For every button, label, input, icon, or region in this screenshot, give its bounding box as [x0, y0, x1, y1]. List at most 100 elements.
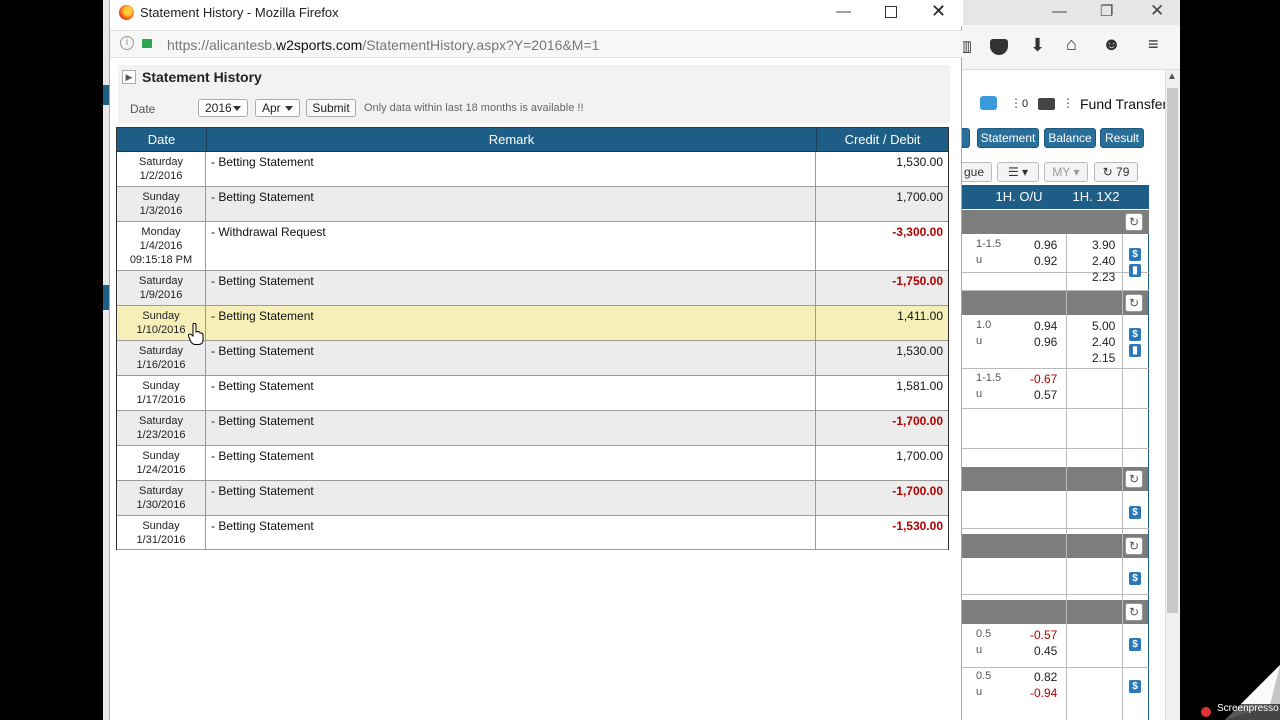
cell-amount: -1,530.00	[892, 519, 943, 533]
cell-amount: 1,700.00	[896, 190, 943, 204]
dollar-icon[interactable]: $	[1129, 680, 1141, 693]
chart-icon[interactable]: ▮	[1129, 344, 1141, 357]
cell-date-date: 1/24/2016	[136, 464, 186, 476]
cell-date-day: Sunday	[142, 191, 180, 203]
url-bar[interactable]: i https://alicantesb.w2sports.com/Statem…	[110, 30, 963, 58]
odds-value[interactable]: 0.82	[1034, 670, 1057, 684]
cell-date: Saturday 1/23/2016	[117, 411, 206, 445]
background-browser-window: — ❐ ✕ ▥ ⬇ ⌂ ☻ ≡ ⋮ 0 ⋮ Fund Transfer Stat…	[962, 0, 1180, 720]
submit-button[interactable]: Submit	[306, 99, 356, 117]
table-row[interactable]: Saturday 1/23/2016 - Betting Statement -1,7…	[117, 411, 948, 446]
my-dropdown[interactable]: MY ▾	[1044, 162, 1088, 182]
odds-value[interactable]: -0.57	[1030, 628, 1057, 642]
table-row[interactable]: Sunday 1/24/2016 - Betting Statement 1,700.…	[117, 446, 948, 481]
maximize-icon[interactable]	[885, 6, 897, 18]
table-row[interactable]: Sunday 1/10/2016- Betting Statement 1,411.…	[117, 306, 948, 341]
odds-value[interactable]: 2.40	[1092, 335, 1115, 349]
grid-divider	[962, 594, 1149, 595]
refresh-count: 79	[1116, 165, 1130, 179]
cell-date: Sunday 1/24/2016	[117, 446, 206, 480]
panel-expand-icon[interactable]: ▶	[122, 70, 136, 84]
background-scrollbar-thumb[interactable]	[1167, 88, 1178, 613]
odds-line: 0.5	[976, 628, 992, 640]
table-row[interactable]: Saturday 1/9/2016 - Betting Statement -1,75…	[117, 271, 948, 306]
odds-value[interactable]: 0.96	[1034, 335, 1057, 349]
col-credit-debit: Credit / Debit	[844, 132, 921, 147]
cell-remark: - Betting Statement	[207, 376, 816, 410]
year-select[interactable]: 2016	[198, 99, 248, 117]
cell-date: Sunday 1/31/2016	[117, 516, 206, 549]
menu-icon[interactable]: ≡	[1148, 34, 1159, 55]
odds-under: u	[976, 335, 983, 347]
dollar-icon[interactable]: $	[1129, 572, 1141, 585]
table-row[interactable]: Saturday 1/16/2016 - Betting Statement 1,53…	[117, 341, 948, 376]
url-domain: w2sports.com	[275, 37, 363, 53]
cell-amount: 1,411.00	[897, 309, 943, 323]
odds-value[interactable]: 0.94	[1034, 319, 1057, 333]
league-dropdown[interactable]: gue	[962, 162, 992, 182]
download-icon[interactable]: ⬇	[1030, 35, 1045, 56]
cell-amount: -1,700.00	[892, 414, 943, 428]
result-button[interactable]: Result	[1100, 128, 1144, 148]
odds-value[interactable]: 0.96	[1034, 238, 1057, 252]
cell-date-day: Saturday	[138, 415, 184, 427]
dollar-icon[interactable]: $	[1129, 638, 1141, 651]
lock-icon[interactable]	[142, 39, 152, 48]
table-row[interactable]: Sunday 1/3/2016 - Betting Statement 1,700.0…	[117, 187, 948, 222]
balance-button[interactable]: Balance	[1044, 128, 1096, 148]
cell-remark: - Betting Statement	[207, 187, 816, 221]
cell-date-day: Saturday	[138, 156, 184, 168]
dollar-icon[interactable]: $	[1129, 248, 1141, 261]
grid-divider	[962, 528, 1149, 529]
availability-note: Only data within last 18 months is avail…	[364, 102, 584, 114]
pocket-icon[interactable]	[990, 39, 1008, 55]
odds-value[interactable]: 0.57	[1034, 388, 1057, 402]
refresh-button[interactable]: ↻ 79	[1094, 162, 1138, 182]
partial-blue-button[interactable]	[962, 128, 970, 148]
list-view-dropdown[interactable]: ☰ ▾	[997, 162, 1039, 182]
scroll-up-arrow[interactable]: ▲	[1167, 71, 1177, 82]
close-icon[interactable]: ✕	[931, 1, 946, 22]
fund-transfer-link[interactable]: Fund Transfer	[1080, 96, 1167, 112]
background-toolbar: ▥ ⬇ ⌂ ☻ ≡	[962, 25, 1180, 70]
odds-value[interactable]: 0.92	[1034, 254, 1057, 268]
cell-remark: - Betting Statement	[207, 446, 816, 480]
table-row[interactable]: Sunday 1/31/2016 - Betting Statement -1,530…	[117, 516, 948, 550]
statement-button[interactable]: Statement	[977, 128, 1039, 148]
table-row[interactable]: Monday 1/4/2016 09:15:18 PM - Withdrawal Re…	[117, 222, 948, 271]
odds-value[interactable]: 3.90	[1092, 238, 1115, 252]
info-icon[interactable]: i	[120, 36, 134, 50]
minimize-icon[interactable]: —	[836, 3, 851, 20]
odds-value[interactable]: 2.15	[1092, 351, 1115, 365]
panel-title: Statement History	[142, 69, 262, 85]
restore-icon[interactable]: ❐	[1100, 2, 1113, 20]
dollar-icon[interactable]: $	[1129, 506, 1141, 519]
emoji-icon[interactable]: ☻	[1102, 34, 1121, 55]
table-row[interactable]: Sunday 1/17/2016 - Betting Statement 1,581.…	[117, 376, 948, 411]
table-row[interactable]: Saturday 1/30/2016 - Betting Statement -1,7…	[117, 481, 948, 516]
section-refresh-icon[interactable]: ↻	[1125, 213, 1143, 231]
date-label: Date	[130, 102, 156, 116]
odds-value[interactable]: -0.94	[1030, 686, 1057, 700]
month-select[interactable]: Apr	[255, 99, 300, 117]
minimize-icon[interactable]: —	[1052, 3, 1067, 20]
home-icon[interactable]: ⌂	[1066, 34, 1077, 55]
cell-remark: - Betting Statement	[207, 152, 816, 186]
odds-value[interactable]: 0.45	[1034, 644, 1057, 658]
close-icon[interactable]: ✕	[1150, 1, 1164, 21]
cell-amount: 1,530.00	[896, 155, 943, 169]
cell-date-time: 09:15:18 PM	[129, 254, 193, 266]
cell-date-day: Sunday	[142, 380, 180, 392]
odds-value[interactable]: 2.40	[1092, 254, 1115, 268]
chart-icon[interactable]: ▮	[1129, 264, 1141, 277]
table-row[interactable]: Saturday 1/2/2016 - Betting Statement 1,530…	[117, 152, 948, 187]
library-icon[interactable]: ▥	[962, 37, 972, 55]
odds-value[interactable]: -0.67	[1030, 372, 1057, 386]
chat-icon[interactable]	[980, 96, 997, 110]
mail-icon[interactable]	[1038, 98, 1055, 110]
odds-value[interactable]: 2.23	[1092, 270, 1115, 284]
odds-value[interactable]: 5.00	[1092, 319, 1115, 333]
dollar-icon[interactable]: $	[1129, 328, 1141, 341]
watermark-text: Screenpresso	[1217, 703, 1279, 714]
url-text[interactable]: https://alicantesb.w2sports.com/Statemen…	[167, 37, 599, 53]
